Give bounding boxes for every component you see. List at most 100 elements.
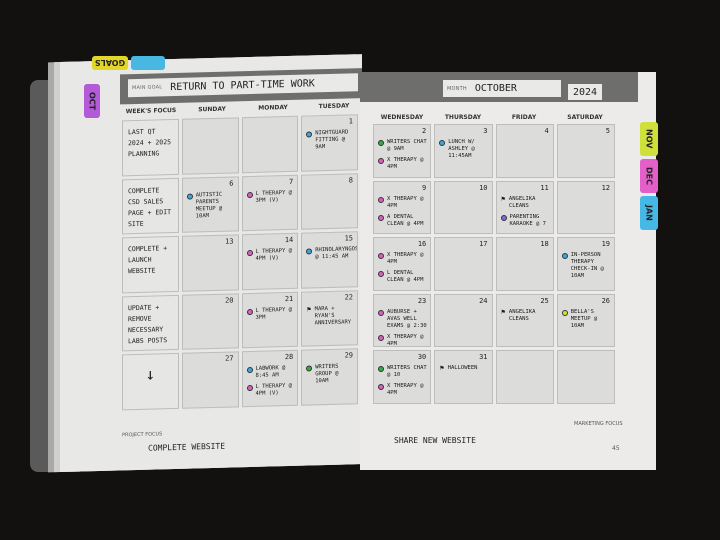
event-item[interactable]: WRITERS CHAT @ 9AM (378, 139, 427, 153)
event-item[interactable]: LABWORK @ 8:45 AM (246, 365, 295, 380)
event-item[interactable]: L THERAPY @ 3PM (V) (246, 189, 295, 204)
day-cell[interactable]: 11 ⚑ ANGELIKA CLEANS PARENTING KARAOKE @ 7 (495, 180, 554, 235)
pink-dot-icon (378, 309, 384, 316)
day-cell[interactable]: 2 WRITERS CHAT @ 9AM X THERAPY @ 4PM (373, 124, 432, 178)
column-header: SATURDAY (567, 114, 603, 121)
day-cell[interactable]: 22 ⚑ MARA + RYAN'S ANNIVERSARY (301, 289, 358, 348)
day-cell[interactable]: 30 WRITERS CHAT @ 10 X THERAPY @ 4PM (373, 350, 432, 404)
page-number: 45 (612, 445, 620, 452)
event-item[interactable]: L THERAPY @ 4PM (V) (246, 383, 295, 398)
day-cell[interactable]: 12 (556, 180, 615, 235)
event-item[interactable]: ⚑ MARA + RYAN'S ANNIVERSARY (306, 305, 354, 327)
day-cell[interactable]: 17 (434, 237, 493, 291)
day-cell[interactable]: 27 (181, 351, 239, 409)
day-number: 20 (225, 296, 234, 305)
day-cell[interactable]: 13 (181, 234, 239, 292)
event-item[interactable]: X THERAPY @ 4PM (378, 383, 427, 397)
tab-jan[interactable]: JAN (640, 196, 658, 230)
day-cell[interactable]: 25 ⚑ ANGELIKA CLEANS (495, 293, 554, 348)
event-item[interactable]: ⚑ ANGELIKA CLEANS (501, 196, 550, 210)
event-item[interactable]: NIGHTGUARD FITTING @ 9AM (306, 129, 354, 151)
pink-dot-icon (378, 271, 384, 278)
day-cell[interactable]: 3 LUNCH W/ ASHLEY @ 11:45AM (434, 124, 493, 178)
event-text: X THERAPY @ 4PM (387, 195, 424, 209)
event-item[interactable]: L DENTAL CLEAN @ 4PM (378, 270, 427, 284)
event-item[interactable]: X THERAPY @ 4PM (378, 252, 427, 266)
event-text: MARA + RYAN'S ANNIVERSARY (314, 305, 352, 327)
tab-oct[interactable]: OCT (84, 84, 100, 118)
day-cell[interactable]: 20 (181, 293, 239, 351)
event-text: LABWORK @ 8:45 AM (255, 365, 286, 380)
day-cell[interactable]: 18 (495, 237, 554, 291)
day-cell[interactable]: 23 AUBURSE + AVAS WELL EXAMS @ 2:30 X THER… (373, 293, 432, 348)
event-item[interactable]: ⚑ HALLOWEEN (439, 365, 488, 372)
day-cell[interactable]: 29 WRITERS GROUP @ 10AM (301, 348, 358, 406)
event-item[interactable]: X THERAPY @ 4PM (378, 196, 427, 210)
event-item[interactable]: A DENTAL CLEAN @ 4PM (378, 214, 427, 228)
day-number: 8 (348, 175, 353, 185)
day-cell[interactable]: 19 IN-PERSON THERAPY CHECK-IN @ 10AM (556, 237, 615, 291)
day-cell[interactable] (241, 115, 299, 173)
event-text: IN-PERSON THERAPY CHECK-IN @ 10AM (570, 252, 604, 280)
event-item[interactable]: L THERAPY @ 3PM (246, 307, 295, 322)
event-item[interactable]: L THERAPY @ 4PM (V) (246, 248, 295, 263)
event-item[interactable]: BELLA'S MEETUP @ 10AM (561, 309, 611, 330)
day-number: 2 (422, 127, 427, 135)
day-cell[interactable]: 9 X THERAPY @ 4PM A DENTAL CLEAN @ 4PM (373, 180, 432, 235)
event-text: LUNCH W/ ASHLEY @ 11:45AM (448, 139, 475, 159)
day-cell[interactable]: 5 (556, 124, 615, 178)
day-number: 1 (348, 117, 353, 126)
event-text: L THERAPY @ 3PM (V) (255, 189, 292, 204)
pink-dot-icon (246, 385, 253, 392)
event-item[interactable]: AUBURSE + AVAS WELL EXAMS @ 2:30 (378, 309, 427, 330)
day-cell[interactable]: 7 L THERAPY @ 3PM (V) (241, 174, 299, 232)
event-item[interactable]: IN-PERSON THERAPY CHECK-IN @ 10AM (561, 252, 611, 280)
day-cell[interactable]: 26 BELLA'S MEETUP @ 10AM (556, 293, 615, 348)
tab-dec[interactable]: DEC (640, 159, 658, 193)
event-item[interactable]: WRITERS CHAT @ 10 (378, 365, 427, 379)
green-dot-icon (378, 366, 384, 373)
week-focus-cell[interactable]: UPDATE + REMOVE NECESSARY LABS POSTS (122, 294, 179, 352)
event-text: ANGELIKA CLEANS (508, 308, 536, 322)
tab-label: JAN (644, 205, 654, 221)
event-item[interactable]: X THERAPY @ 4PM (378, 334, 427, 346)
column-header: SUNDAY (198, 105, 226, 114)
event-item[interactable]: ⚑ ANGELIKA CLEANS (501, 309, 550, 323)
day-cell[interactable]: 1 NIGHTGUARD FITTING @ 9AM (301, 114, 358, 172)
goals-tab[interactable]: GOALS (92, 56, 128, 70)
event-item[interactable]: PARENTING KARAOKE @ 7 (500, 214, 550, 228)
event-item[interactable]: LUNCH W/ ASHLEY @ 11:45AM (439, 139, 488, 160)
day-number: 15 (344, 234, 353, 243)
week-focus-cell[interactable]: COMPLETE CSD SALES PAGE + EDIT SITE (122, 177, 179, 235)
day-cell[interactable]: 21 L THERAPY @ 3PM (241, 291, 299, 349)
day-cell[interactable]: 8 (301, 172, 358, 230)
day-number: 5 (605, 127, 610, 135)
week-focus-text: COMPLETE + LAUNCH WEBSITE (128, 244, 168, 276)
day-cell[interactable]: 31 ⚑ HALLOWEEN (434, 350, 493, 404)
week-focus-cell[interactable]: LAST QT 2024 + 2025 PLANNING (122, 118, 179, 176)
event-item[interactable]: RHINOLARYNGOSCOPY @ 11:45 AM (306, 246, 358, 261)
day-cell[interactable] (495, 350, 554, 404)
day-cell[interactable]: 6 AUTISTIC PARENTS MEETUP @ 10AM (181, 175, 239, 233)
column-header: FRIDAY (511, 114, 537, 121)
event-text: A DENTAL CLEAN @ 4PM (387, 213, 424, 227)
pink-dot-icon (378, 196, 384, 203)
day-cell[interactable]: 24 (434, 293, 493, 348)
event-item[interactable]: WRITERS GROUP @ 10AM (306, 364, 354, 386)
column-header: WEDNESDAY (380, 114, 424, 121)
top-tab[interactable] (131, 56, 165, 70)
day-cell[interactable]: 14 L THERAPY @ 4PM (V) (241, 232, 299, 291)
day-cell[interactable]: 10 (434, 180, 493, 235)
tab-nov[interactable]: NOV (640, 122, 658, 156)
event-item[interactable]: AUTISTIC PARENTS MEETUP @ 10AM (186, 191, 235, 220)
day-cell[interactable] (181, 117, 239, 175)
day-cell[interactable]: 15 RHINOLARYNGOSCOPY @ 11:45 AM (301, 231, 358, 289)
event-item[interactable]: X THERAPY @ 4PM (378, 157, 427, 171)
week-focus-cell[interactable]: COMPLETE + LAUNCH WEBSITE (122, 236, 179, 294)
day-cell[interactable] (556, 350, 615, 404)
week-focus-cell[interactable]: ↓ (122, 353, 179, 411)
day-cell[interactable]: 28 LABWORK @ 8:45 AM L THERAPY @ 4PM (V) (241, 350, 299, 408)
day-cell[interactable]: 4 (495, 124, 554, 178)
day-cell[interactable]: 16 X THERAPY @ 4PM L DENTAL CLEAN @ 4PM (373, 237, 432, 291)
day-number: 10 (479, 183, 488, 192)
